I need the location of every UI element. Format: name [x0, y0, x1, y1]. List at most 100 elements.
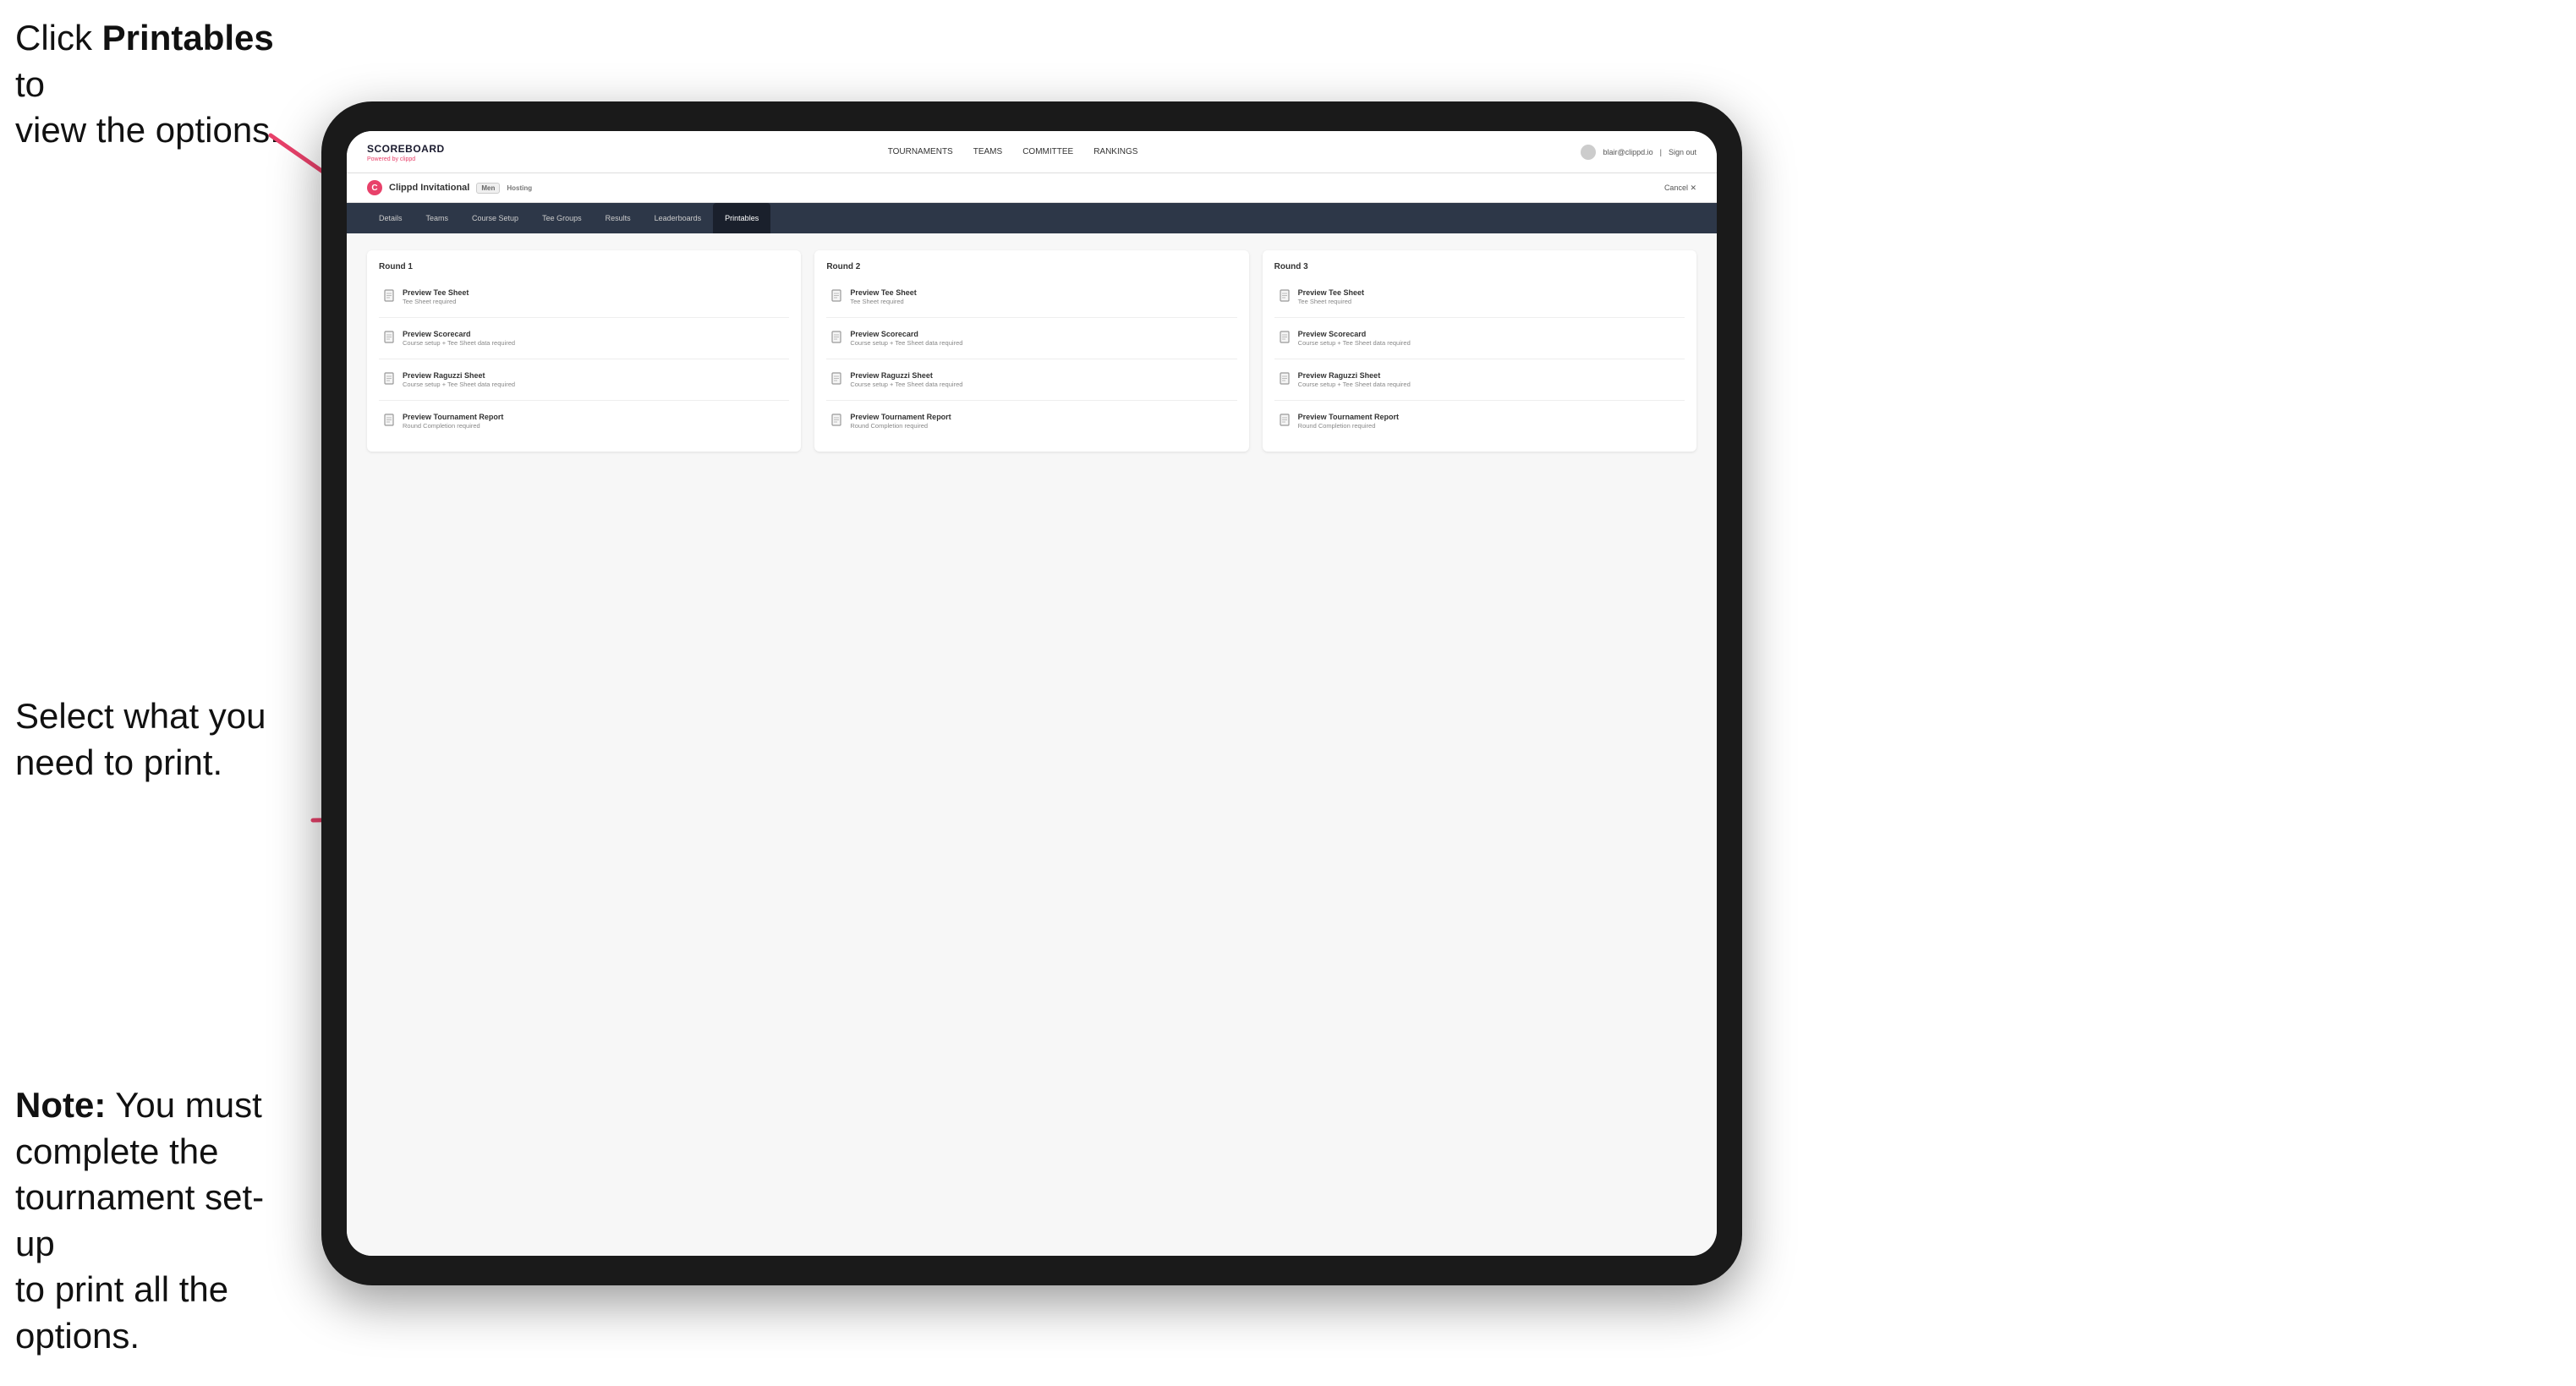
cancel-button[interactable]: Cancel ✕: [1664, 184, 1696, 193]
round-2-column: Round 2 Preview Tee Sheet Tee Sheet requ…: [814, 250, 1248, 452]
annotation-bold-printables: Printables: [102, 18, 274, 58]
round2-tournament-report-title: Preview Tournament Report: [850, 413, 1231, 421]
sub-nav: Details Teams Course Setup Tee Groups Re…: [347, 203, 1717, 233]
round1-raguzzi-sub: Course setup + Tee Sheet data required: [403, 381, 784, 388]
annotation-top: Click Printables toview the options.: [15, 15, 303, 154]
document-icon: [384, 331, 396, 344]
tournament-title: Clippd Invitational: [389, 183, 469, 193]
tournament-status: Hosting: [507, 184, 532, 192]
tab-printables[interactable]: Printables: [713, 203, 770, 233]
nav-teams[interactable]: TEAMS: [973, 144, 1002, 160]
round1-scorecard[interactable]: Preview Scorecard Course setup + Tee She…: [379, 323, 789, 353]
nav-tournaments[interactable]: TOURNAMENTS: [888, 144, 953, 160]
round3-tee-sheet-sub: Tee Sheet required: [1298, 298, 1680, 305]
tab-tee-groups[interactable]: Tee Groups: [530, 203, 594, 233]
round3-scorecard-sub: Course setup + Tee Sheet data required: [1298, 339, 1680, 347]
round3-raguzzi-sub: Course setup + Tee Sheet data required: [1298, 381, 1680, 388]
document-icon: [1280, 372, 1291, 386]
document-icon: [831, 372, 843, 386]
round1-tournament-report[interactable]: Preview Tournament Report Round Completi…: [379, 406, 789, 436]
round2-tee-sheet[interactable]: Preview Tee Sheet Tee Sheet required: [826, 282, 1236, 312]
tournament-logo: C: [367, 180, 382, 195]
round-3-column: Round 3 Preview Tee Sheet Tee Sheet requ…: [1263, 250, 1696, 452]
round3-tournament-report-sub: Round Completion required: [1298, 422, 1680, 430]
round-1-title: Round 1: [379, 262, 789, 271]
nav-rankings[interactable]: RANKINGS: [1093, 144, 1137, 160]
round1-raguzzi-text: Preview Raguzzi Sheet Course setup + Tee…: [403, 371, 784, 388]
round2-raguzzi-text: Preview Raguzzi Sheet Course setup + Tee…: [850, 371, 1231, 388]
sign-out-link[interactable]: Sign out: [1669, 148, 1696, 156]
round1-scorecard-text: Preview Scorecard Course setup + Tee She…: [403, 330, 784, 347]
round2-scorecard-text: Preview Scorecard Course setup + Tee She…: [850, 330, 1231, 347]
round3-tournament-report[interactable]: Preview Tournament Report Round Completi…: [1274, 406, 1685, 436]
round2-raguzzi-title: Preview Raguzzi Sheet: [850, 371, 1231, 380]
document-icon: [1280, 331, 1291, 344]
annotation-bottom: Note: You mustcomplete thetournament set…: [15, 1082, 303, 1360]
round1-raguzzi-title: Preview Raguzzi Sheet: [403, 371, 784, 380]
tablet-frame: SCOREBOARD Powered by clippd TOURNAMENTS…: [321, 101, 1742, 1285]
round1-tee-sheet-sub: Tee Sheet required: [403, 298, 784, 305]
round2-raguzzi-sub: Course setup + Tee Sheet data required: [850, 381, 1231, 388]
round2-tee-sheet-sub: Tee Sheet required: [850, 298, 1231, 305]
divider: [379, 317, 789, 318]
document-icon: [831, 414, 843, 427]
nav-committee[interactable]: COMMITTEE: [1022, 144, 1073, 160]
round3-scorecard-title: Preview Scorecard: [1298, 330, 1680, 338]
round2-tee-sheet-title: Preview Tee Sheet: [850, 288, 1231, 297]
divider: [1274, 317, 1685, 318]
user-email: blair@clippd.io: [1603, 148, 1652, 156]
round3-raguzzi-title: Preview Raguzzi Sheet: [1298, 371, 1680, 380]
round2-tournament-report-sub: Round Completion required: [850, 422, 1231, 430]
tab-course-setup[interactable]: Course Setup: [460, 203, 530, 233]
document-icon: [384, 289, 396, 303]
nav-links: TOURNAMENTS TEAMS COMMITTEE RANKINGS: [888, 144, 1138, 160]
round3-tournament-report-text: Preview Tournament Report Round Completi…: [1298, 413, 1680, 430]
round3-raguzzi-text: Preview Raguzzi Sheet Course setup + Tee…: [1298, 371, 1680, 388]
round1-tee-sheet[interactable]: Preview Tee Sheet Tee Sheet required: [379, 282, 789, 312]
document-icon: [831, 289, 843, 303]
divider: [826, 400, 1236, 401]
brand-sub: Powered by clippd: [367, 156, 445, 162]
round2-scorecard-sub: Course setup + Tee Sheet data required: [850, 339, 1231, 347]
divider: [826, 317, 1236, 318]
nav-avatar: [1581, 145, 1596, 160]
document-icon: [384, 414, 396, 427]
round-3-title: Round 3: [1274, 262, 1685, 271]
annotation-bold-note: Note:: [15, 1085, 106, 1125]
round1-tournament-report-text: Preview Tournament Report Round Completi…: [403, 413, 784, 430]
round2-tee-sheet-text: Preview Tee Sheet Tee Sheet required: [850, 288, 1231, 305]
divider: [1274, 400, 1685, 401]
divider: [379, 400, 789, 401]
tournament-header: C Clippd Invitational Men Hosting Cancel…: [347, 173, 1717, 203]
round1-raguzzi[interactable]: Preview Raguzzi Sheet Course setup + Tee…: [379, 364, 789, 395]
nav-right: blair@clippd.io | Sign out: [1581, 145, 1696, 160]
tab-teams[interactable]: Teams: [414, 203, 461, 233]
tablet-screen: SCOREBOARD Powered by clippd TOURNAMENTS…: [347, 131, 1717, 1256]
round1-scorecard-title: Preview Scorecard: [403, 330, 784, 338]
round3-scorecard[interactable]: Preview Scorecard Course setup + Tee She…: [1274, 323, 1685, 353]
document-icon: [831, 331, 843, 344]
round2-scorecard-title: Preview Scorecard: [850, 330, 1231, 338]
rounds-grid: Round 1 Preview Tee Sheet Tee Sheet requ…: [367, 250, 1696, 452]
brand-name: SCOREBOARD: [367, 143, 445, 155]
tab-leaderboards[interactable]: Leaderboards: [643, 203, 714, 233]
round3-tee-sheet-text: Preview Tee Sheet Tee Sheet required: [1298, 288, 1680, 305]
document-icon: [1280, 414, 1291, 427]
annotation-middle: Select what youneed to print.: [15, 693, 303, 786]
round2-scorecard[interactable]: Preview Scorecard Course setup + Tee She…: [826, 323, 1236, 353]
main-content: Round 1 Preview Tee Sheet Tee Sheet requ…: [347, 233, 1717, 1256]
round2-tournament-report-text: Preview Tournament Report Round Completi…: [850, 413, 1231, 430]
round3-raguzzi[interactable]: Preview Raguzzi Sheet Course setup + Tee…: [1274, 364, 1685, 395]
round3-tee-sheet[interactable]: Preview Tee Sheet Tee Sheet required: [1274, 282, 1685, 312]
tab-details[interactable]: Details: [367, 203, 414, 233]
round3-tournament-report-title: Preview Tournament Report: [1298, 413, 1680, 421]
document-icon: [1280, 289, 1291, 303]
round2-tournament-report[interactable]: Preview Tournament Report Round Completi…: [826, 406, 1236, 436]
round3-tee-sheet-title: Preview Tee Sheet: [1298, 288, 1680, 297]
round1-tournament-report-title: Preview Tournament Report: [403, 413, 784, 421]
tab-results[interactable]: Results: [594, 203, 643, 233]
round-2-title: Round 2: [826, 262, 1236, 271]
sign-out-separator: |: [1660, 148, 1662, 156]
round2-raguzzi[interactable]: Preview Raguzzi Sheet Course setup + Tee…: [826, 364, 1236, 395]
document-icon: [384, 372, 396, 386]
